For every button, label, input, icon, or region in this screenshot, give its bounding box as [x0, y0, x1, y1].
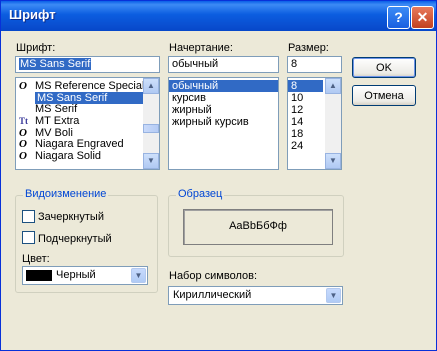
color-label: Цвет: — [22, 253, 50, 265]
color-value: Черный — [56, 269, 96, 281]
font-list-item[interactable]: MS Serif — [16, 103, 159, 115]
font-list-item[interactable]: O Niagara Solid — [16, 150, 159, 162]
style-input[interactable]: обычный — [168, 56, 279, 73]
underline-checkbox[interactable] — [22, 231, 35, 244]
size-list-scrollbar[interactable]: ▲ ▼ — [325, 78, 341, 169]
sample-preview: AaBbБбФф — [183, 209, 333, 245]
scroll-up-icon[interactable]: ▲ — [325, 78, 341, 94]
style-list-item[interactable]: курсив — [169, 92, 278, 104]
opentype-font-icon: O — [19, 150, 27, 163]
size-list[interactable]: 8 10 12 14 18 24 ▲ ▼ — [287, 77, 342, 170]
chevron-down-icon[interactable]: ▼ — [326, 288, 341, 303]
font-dialog: Шрифт ? ✕ Шрифт: MS Sans Serif O MS Refer… — [0, 0, 437, 351]
style-label: Начертание: — [169, 42, 233, 54]
font-list-scrollbar[interactable]: ▲ ▼ — [143, 78, 159, 169]
opentype-font-icon: O — [19, 80, 27, 92]
font-list-item[interactable]: O Niagara Engraved — [16, 138, 159, 150]
strikeout-label: Зачеркнутый — [38, 211, 104, 223]
script-label: Набор символов: — [169, 270, 258, 282]
opentype-font-icon: O — [19, 126, 27, 139]
strikeout-checkbox[interactable] — [22, 210, 35, 223]
color-swatch — [26, 270, 52, 281]
style-list-item[interactable]: жирный курсив — [169, 116, 278, 128]
font-list-item[interactable]: MS Sans Serif — [16, 91, 159, 104]
size-label: Размер: — [288, 42, 329, 54]
opentype-font-icon: O — [19, 138, 27, 151]
effects-label: Видоизменение — [23, 188, 109, 200]
script-value: Кириллический — [173, 289, 252, 301]
style-list-item[interactable]: жирный — [169, 104, 278, 116]
cancel-button[interactable]: Отмена — [352, 85, 416, 106]
close-button[interactable]: ✕ — [411, 6, 434, 29]
font-list-item[interactable]: Tt MT Extra — [16, 115, 159, 127]
font-input-value: MS Sans Serif — [19, 58, 92, 70]
chevron-down-icon[interactable]: ▼ — [131, 268, 146, 283]
dialog-title: Шрифт — [9, 7, 56, 22]
font-list-item-label: Niagara Engraved — [35, 138, 124, 151]
truetype-font-icon: Tt — [19, 116, 28, 127]
scroll-down-icon[interactable]: ▼ — [143, 153, 159, 169]
scroll-down-icon[interactable]: ▼ — [325, 153, 341, 169]
underline-label: Подчеркнутый — [38, 233, 112, 245]
font-list-item-label: MS Sans Serif — [35, 91, 145, 104]
title-bar[interactable]: Шрифт ? ✕ — [1, 1, 436, 31]
script-select[interactable]: Кириллический ▼ — [168, 286, 343, 305]
font-list-item[interactable]: O MS Reference Specialty — [16, 80, 159, 92]
font-input[interactable]: MS Sans Serif — [15, 56, 160, 73]
size-list-item[interactable]: 8 — [288, 80, 323, 92]
font-list[interactable]: O MS Reference Specialty MS Sans Serif MS S… — [15, 77, 160, 170]
ok-button[interactable]: OK — [352, 57, 416, 78]
style-list[interactable]: обычный курсив жирный жирный курсив — [168, 77, 279, 170]
font-label: Шрифт: — [16, 42, 56, 54]
font-list-item-label: MV Boli — [35, 126, 73, 139]
scroll-thumb[interactable] — [143, 124, 159, 133]
font-list-item-label: MS Reference Specialty — [35, 80, 153, 92]
size-input[interactable]: 8 — [287, 56, 342, 73]
color-select[interactable]: Черный ▼ — [22, 266, 148, 285]
font-list-item-label: MS Serif — [35, 103, 78, 116]
help-button[interactable]: ? — [387, 6, 410, 29]
sample-label: Образец — [176, 188, 225, 200]
font-list-item-label: MT Extra — [35, 115, 80, 128]
style-list-item[interactable]: обычный — [169, 80, 278, 92]
font-list-item[interactable]: O MV Boli — [16, 127, 159, 139]
font-list-item-label: Niagara Solid — [35, 150, 102, 163]
scroll-up-icon[interactable]: ▲ — [143, 78, 159, 94]
